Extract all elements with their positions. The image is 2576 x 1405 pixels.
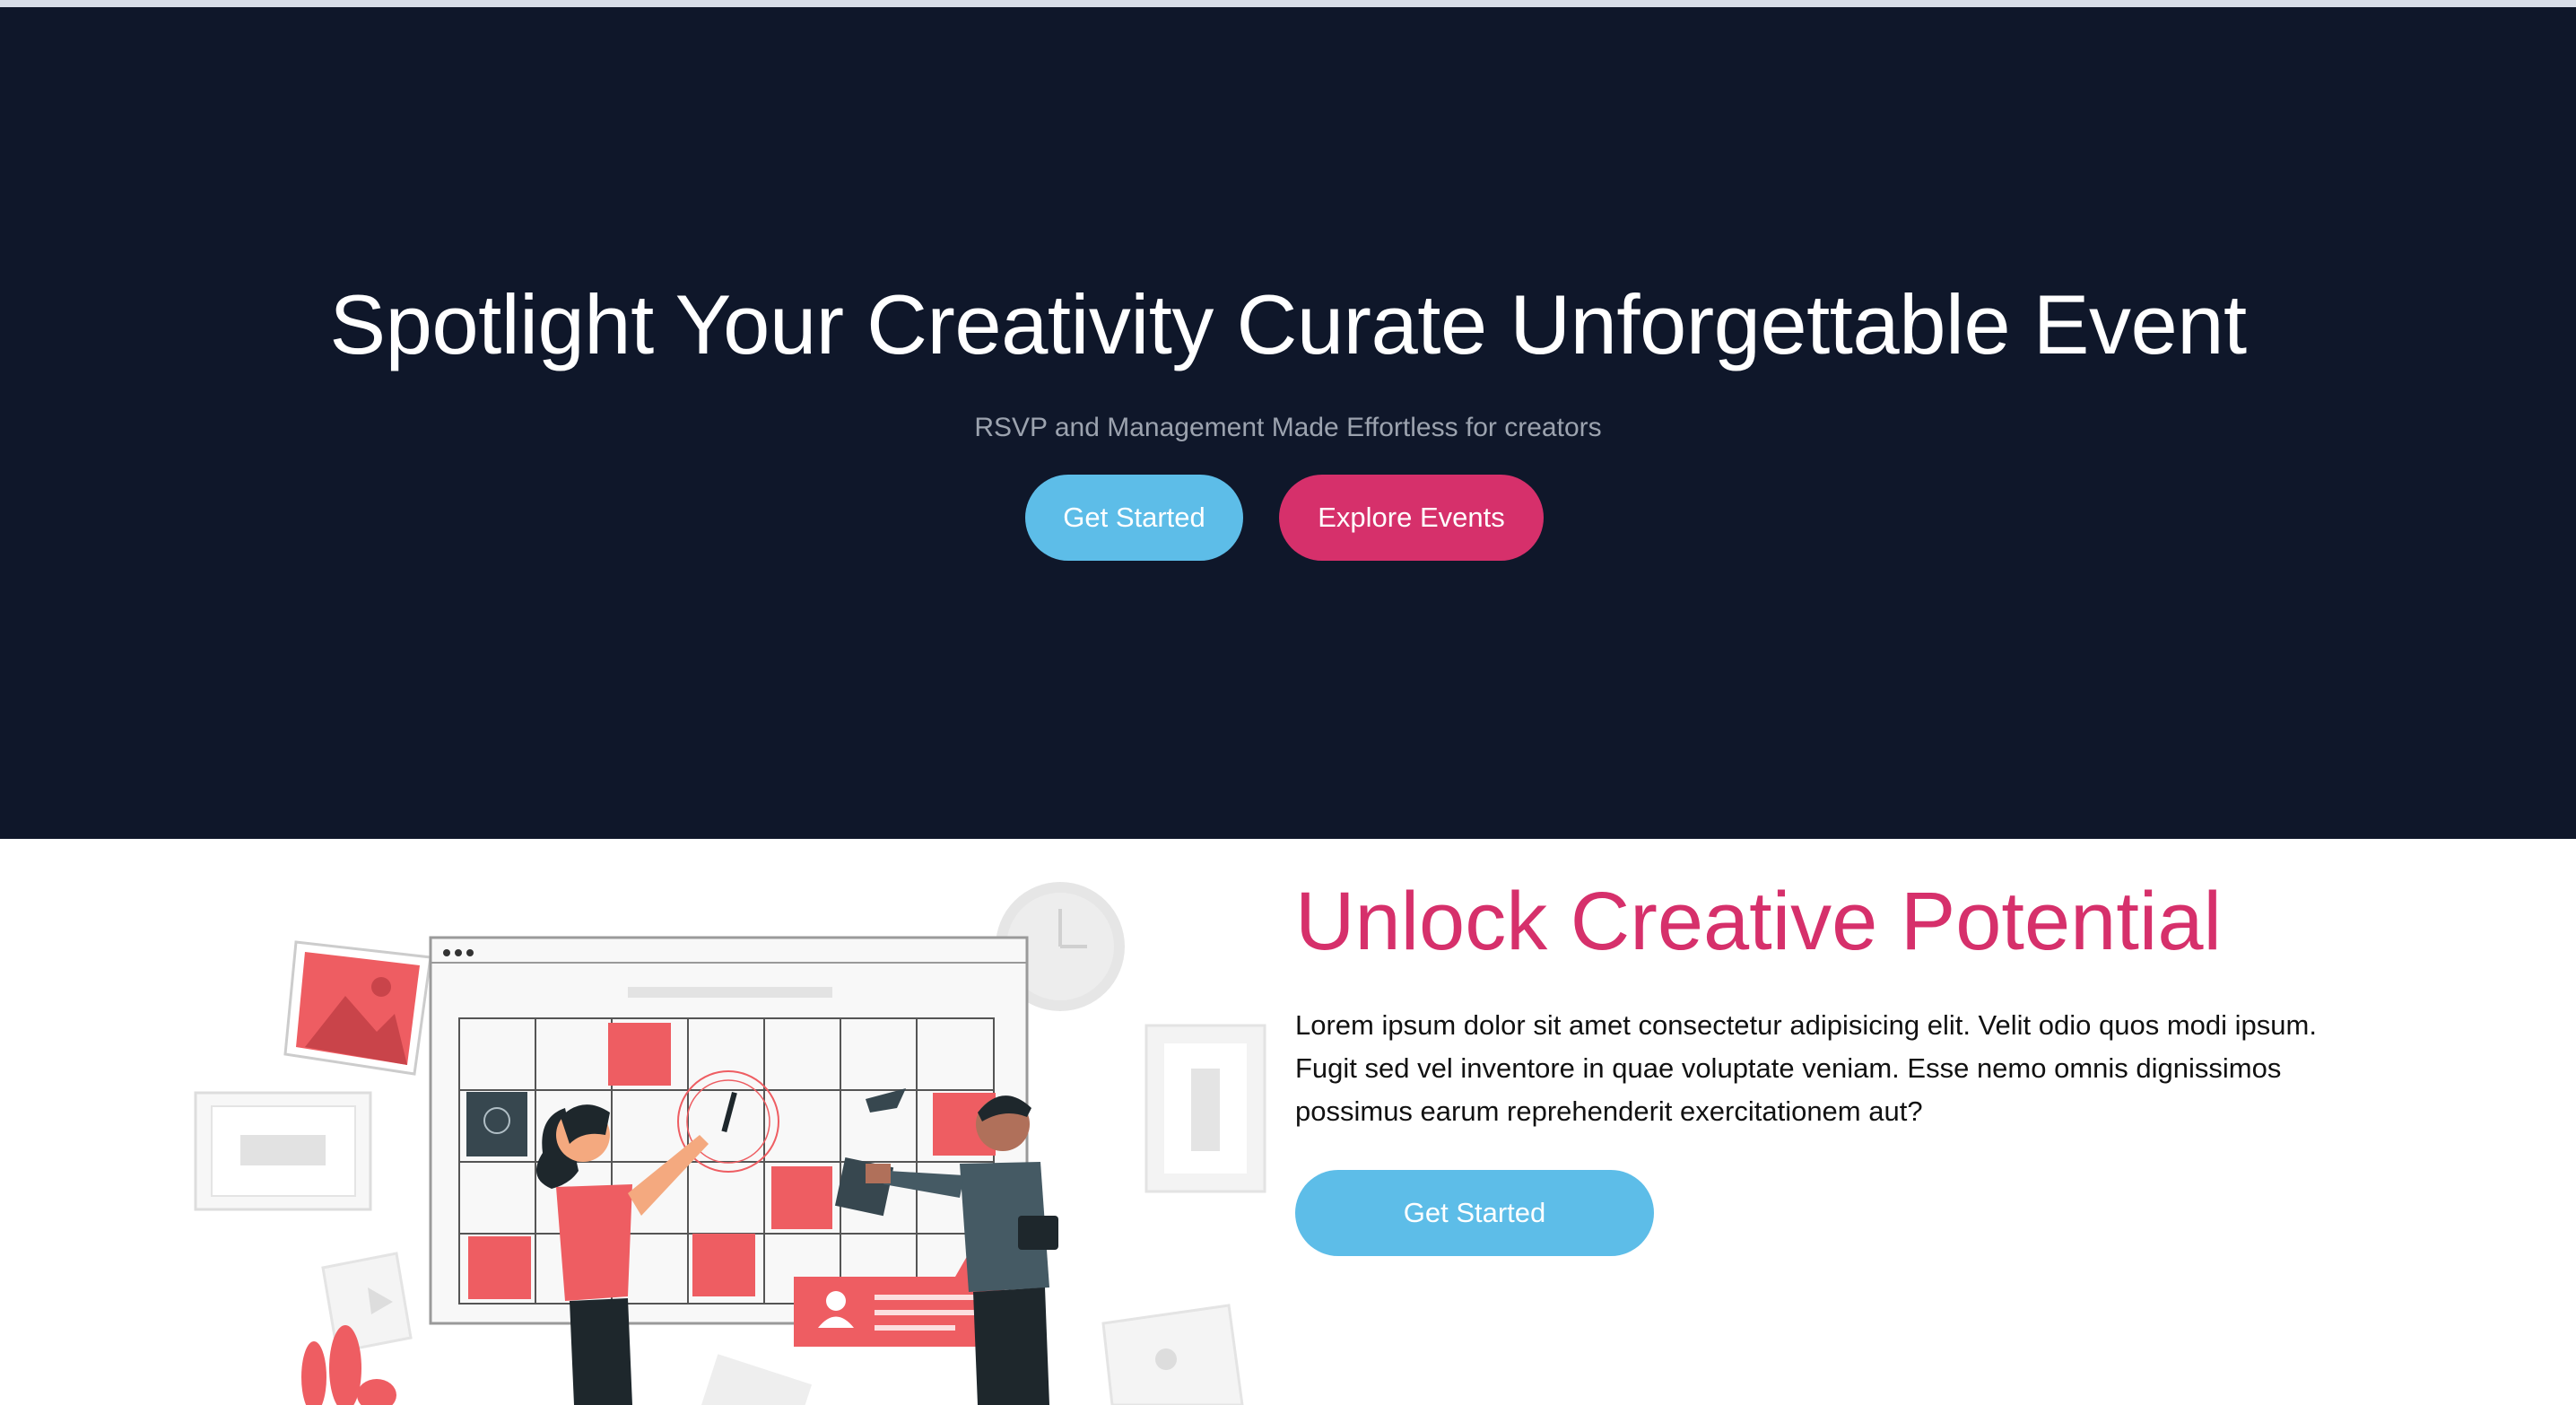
feature-title: Unlock Creative Potential xyxy=(1295,876,2222,967)
image-card-icon xyxy=(1101,1304,1244,1405)
feature-description: Lorem ipsum dolor sit amet consectetur a… xyxy=(1295,1009,2317,1127)
top-strip xyxy=(0,0,2576,7)
hero-subtitle: RSVP and Management Made Effortless for … xyxy=(974,413,1602,442)
picture-frame-icon xyxy=(283,940,432,1076)
get-started-button[interactable]: Get Started xyxy=(1025,475,1243,561)
hero-title: Spotlight Your Creativity Curate Unforge… xyxy=(329,277,2247,371)
hero-section: Spotlight Your Creativity Curate Unforge… xyxy=(0,7,2576,839)
calendar-board xyxy=(429,936,1029,1325)
blank-frame-icon xyxy=(194,1091,372,1211)
tall-frame-icon xyxy=(1144,1024,1266,1193)
feature-section: Unlock Creative Potential Lorem ipsum do… xyxy=(0,839,2576,1405)
planning-calendar-illustration xyxy=(194,882,1266,1405)
feature-get-started-button[interactable]: Get Started xyxy=(1295,1170,1654,1256)
explore-events-button[interactable]: Explore Events xyxy=(1279,475,1544,561)
